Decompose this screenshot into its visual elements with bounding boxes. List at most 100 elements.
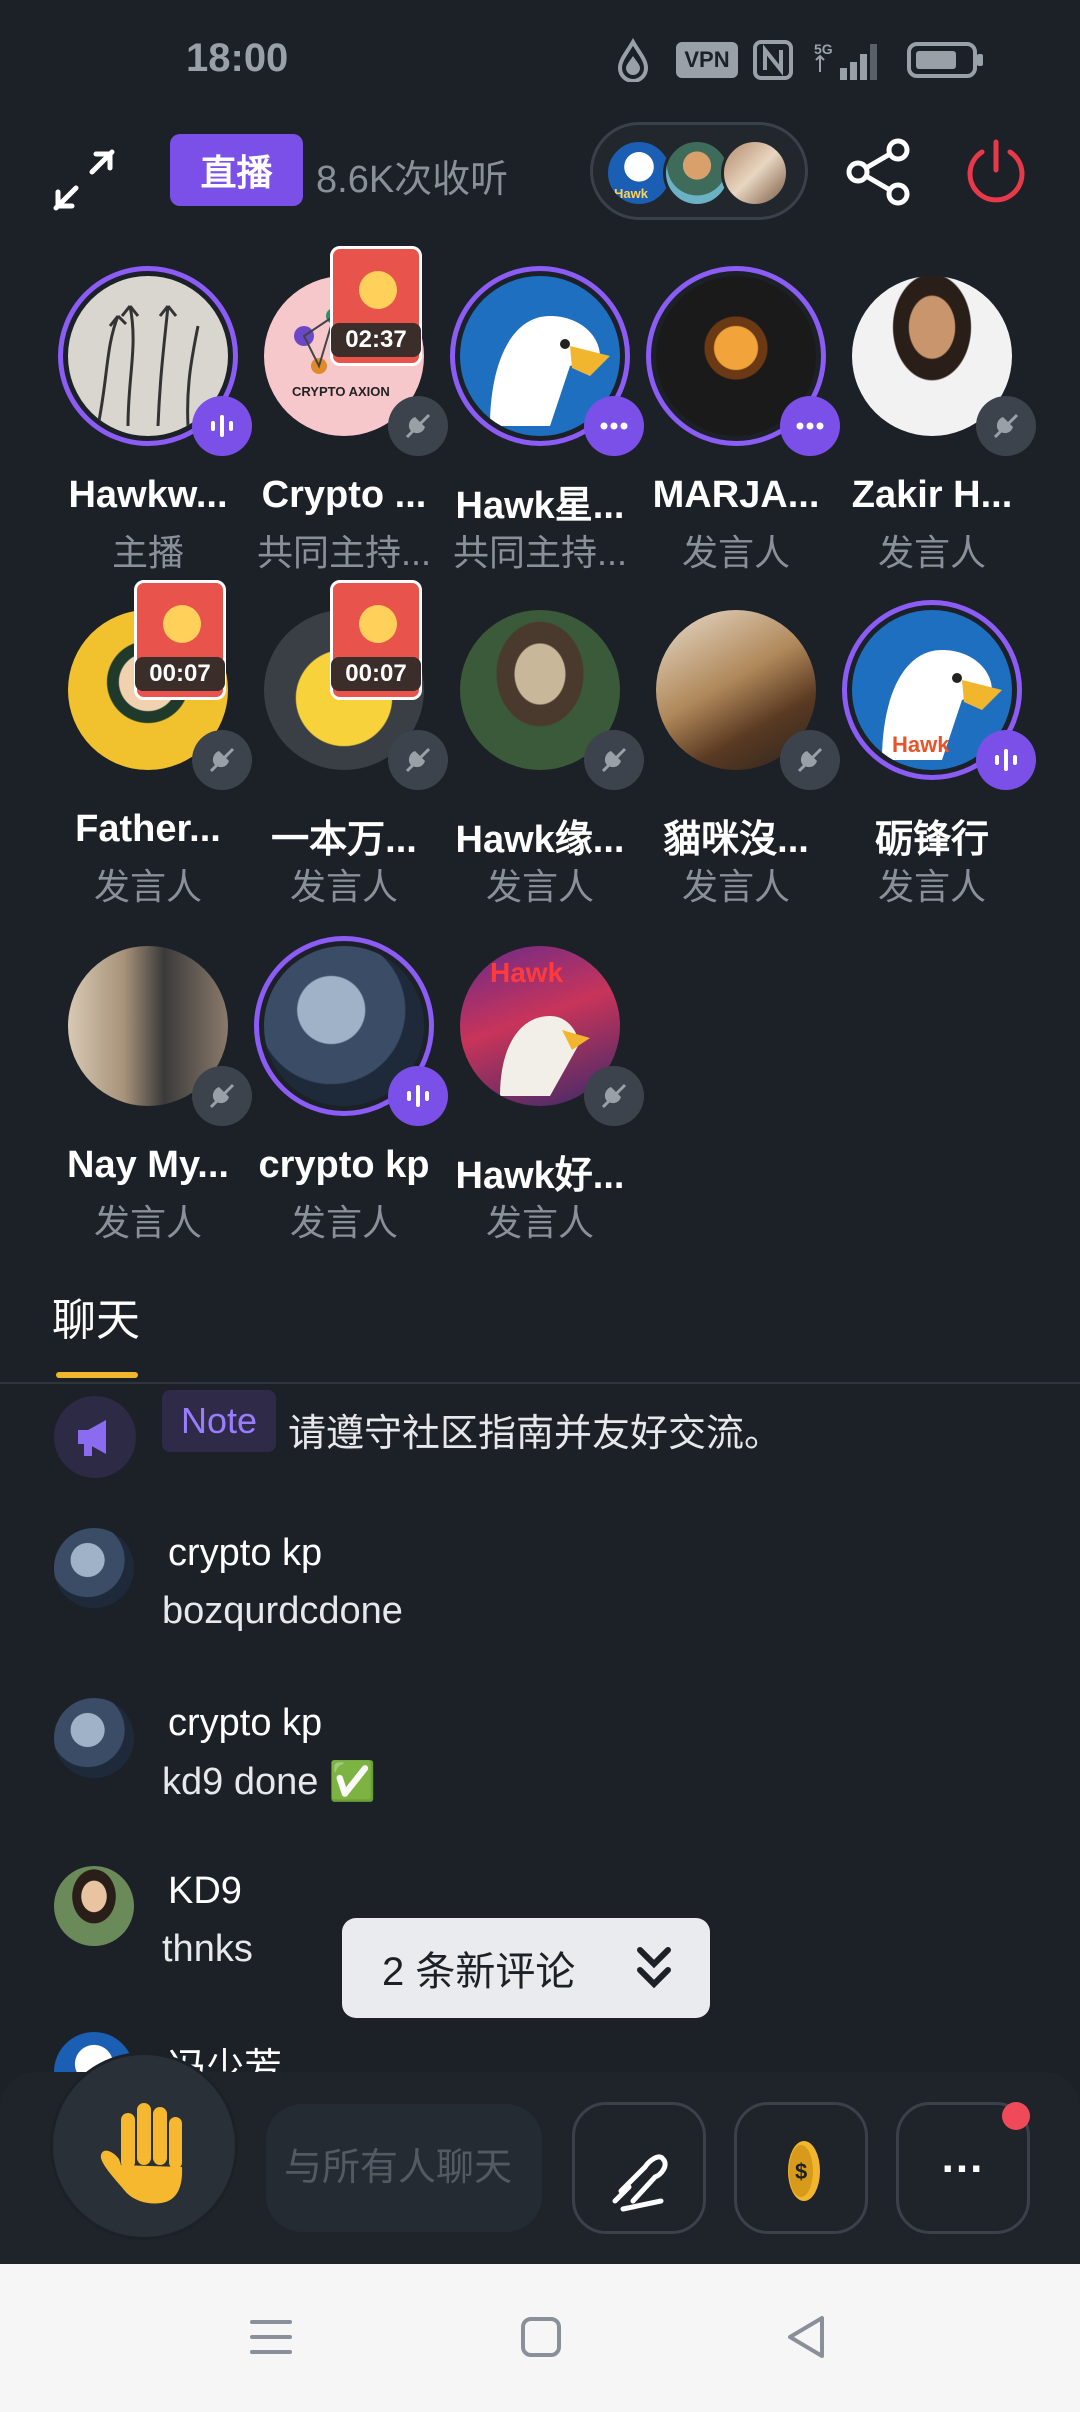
svg-text:CRYPTO AXION: CRYPTO AXION [292, 384, 390, 399]
listener-avatars[interactable]: Hawk [590, 122, 808, 220]
speaker-name: Hawk好... [455, 1155, 625, 1197]
sun-icon [359, 271, 397, 309]
speaker-avatar-wrap [852, 276, 1036, 456]
signal-5g-icon: 5G [814, 41, 877, 80]
speaker-name: Father... [75, 808, 221, 850]
red-envelope-timer[interactable]: 00:07 [330, 580, 422, 700]
speaker-tile[interactable]: CRYPTO AXION 02:37 Crypto ... 共同主持... [246, 246, 448, 596]
listen-count[interactable]: 8.6K次收听 [316, 148, 508, 203]
speaker-tile[interactable]: Nay My... 发言人 [50, 946, 252, 1266]
speaker-tile[interactable]: 貓咪沒... 发言人 [638, 610, 840, 930]
avatar[interactable] [54, 1866, 134, 1946]
speaker-tile[interactable]: Hawk 砺锋行 发言人 [834, 600, 1036, 930]
raise-hand-button[interactable] [50, 2052, 238, 2240]
speaker-role: 发言人 [289, 866, 398, 907]
svg-text:Hawk: Hawk [490, 957, 564, 988]
speaker-tile[interactable]: 00:07 一本万... 发言人 [246, 580, 448, 930]
speaker-name: Nay My... [67, 1144, 229, 1186]
message-text: bozqurdcdone [162, 1590, 403, 1632]
live-badge: 直播 [170, 134, 303, 206]
speaker-tile[interactable]: 00:07 Father... 发言人 [50, 580, 252, 930]
svg-text:Hawk: Hawk [614, 186, 649, 201]
speaker-name: crypto kp [258, 1144, 430, 1186]
speaker-tile[interactable]: crypto kp 发言人 [246, 936, 448, 1266]
speaker-role: 发言人 [485, 866, 594, 907]
megaphone-icon [54, 1396, 136, 1478]
speaker-name: Zakir H... [851, 474, 1013, 516]
speaker-role: 发言人 [681, 532, 790, 573]
more-dots-icon[interactable] [780, 396, 840, 456]
talking-badge [388, 1066, 448, 1126]
speaker-avatar-wrap: Hawk [842, 600, 1036, 790]
back-icon[interactable] [784, 2312, 830, 2362]
chat-input[interactable] [266, 2104, 542, 2232]
data-saver-icon [617, 38, 649, 82]
muted-mic-icon [192, 730, 252, 790]
speaker-name: 一本万... [271, 819, 417, 861]
speaker-role: 发言人 [681, 866, 790, 907]
hand-icon [100, 2103, 183, 2204]
menu-icon[interactable] [248, 2314, 294, 2360]
speaker-role: 发言人 [877, 532, 986, 573]
muted-mic-icon [584, 1066, 644, 1126]
note-text: 请遵守社区指南并友好交流。 [288, 1413, 783, 1455]
notification-dot [1002, 2102, 1030, 2130]
timer-text: 02:37 [331, 323, 421, 357]
status-bar: 18:00 VPN 5G [0, 0, 1080, 120]
speaker-tile[interactable]: MARJA... 发言人 [638, 266, 840, 596]
chat-message[interactable]: crypto kp bozqurdcdone [0, 1528, 1080, 1688]
muted-mic-icon [584, 730, 644, 790]
more-label: ... [941, 2133, 985, 2182]
more-dots-icon[interactable] [584, 396, 644, 456]
svg-text:Hawk: Hawk [892, 732, 950, 757]
speaker-tile[interactable]: Hawkw... 主播 [50, 266, 252, 596]
chat-message[interactable]: crypto kp kd9 done ✅ [0, 1698, 1080, 1858]
message-author[interactable]: crypto kp [168, 1702, 322, 1745]
speaker-tile[interactable]: Zakir H... 发言人 [834, 276, 1036, 596]
muted-mic-icon [192, 1066, 252, 1126]
speaker-role: 发言人 [485, 1202, 594, 1243]
muted-mic-icon [976, 396, 1036, 456]
red-envelope-timer[interactable]: 02:37 [330, 246, 422, 366]
muted-mic-icon [780, 730, 840, 790]
speaker-avatar-wrap: 00:07 [68, 580, 252, 790]
speaker-role: 发言人 [93, 1202, 202, 1243]
sun-icon [163, 605, 201, 643]
message-author[interactable]: crypto kp [168, 1532, 322, 1575]
speaker-tile[interactable]: Hawk星... 共同主持... [442, 266, 644, 596]
speaker-tile[interactable]: Hawk缘... 发言人 [442, 610, 644, 930]
svg-text:5G: 5G [814, 41, 833, 57]
talking-badge [976, 730, 1036, 790]
tab-chat[interactable]: 聊天 [52, 1284, 140, 1348]
request-speak-button[interactable] [572, 2102, 706, 2234]
note-tag: Note [162, 1390, 276, 1452]
speaker-name: 貓咪沒... [663, 819, 809, 861]
message-author[interactable]: KD9 [168, 1870, 242, 1913]
avatar[interactable] [54, 1698, 134, 1778]
muted-mic-icon [388, 730, 448, 790]
speaker-name: Hawk缘... [455, 819, 625, 861]
mic-request-icon [612, 2154, 668, 2212]
share-button[interactable] [842, 136, 914, 208]
red-envelope-timer[interactable]: 00:07 [134, 580, 226, 700]
speaker-tile[interactable]: Hawk Hawk好... 发言人 [442, 946, 644, 1266]
tab-underline [56, 1372, 138, 1378]
minimize-button[interactable] [44, 140, 124, 220]
chat-divider [0, 1382, 1080, 1384]
tip-coin-button[interactable]: $ [734, 2102, 868, 2234]
battery-icon [907, 42, 983, 78]
speaker-name: Crypto ... [261, 474, 427, 516]
speaker-role: 发言人 [93, 866, 202, 907]
speaker-avatar-wrap [460, 610, 644, 790]
speaker-avatar-wrap [254, 936, 448, 1126]
speaker-name: Hawkw... [68, 474, 228, 516]
leave-power-button[interactable] [958, 134, 1034, 210]
avatar[interactable] [54, 1528, 134, 1608]
speaker-avatar-wrap [450, 266, 644, 456]
message-text: thnks [162, 1928, 253, 1970]
muted-mic-icon [388, 396, 448, 456]
new-comments-button[interactable]: 2 条新评论 [342, 1918, 710, 2018]
speaker-avatar-wrap [656, 610, 840, 790]
home-icon[interactable] [518, 2314, 564, 2360]
nfc-icon [753, 40, 793, 80]
